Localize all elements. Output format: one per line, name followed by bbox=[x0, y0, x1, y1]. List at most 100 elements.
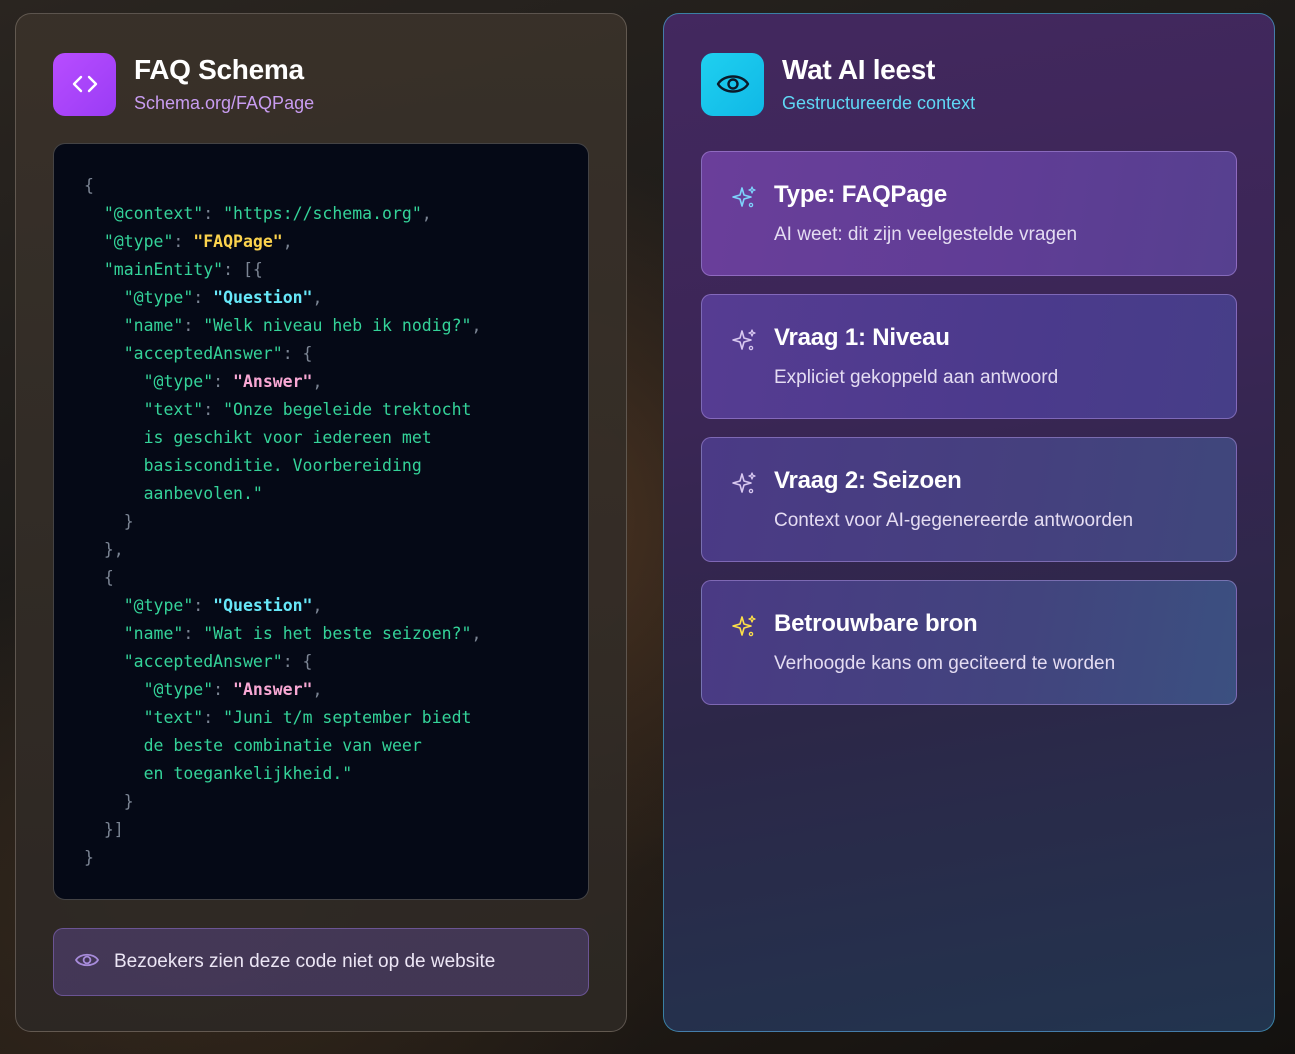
code-token: } bbox=[84, 512, 134, 531]
code-token: "Question" bbox=[213, 288, 313, 307]
code-line: }, bbox=[84, 536, 588, 564]
code-token: : bbox=[193, 596, 214, 615]
code-line: "@type": "Question", bbox=[84, 592, 588, 620]
code-token: "Juni t/m september biedt bbox=[223, 708, 472, 727]
code-token: } bbox=[84, 792, 134, 811]
code-token: : bbox=[183, 624, 204, 643]
visibility-notice-text: Bezoekers zien deze code niet op de webs… bbox=[114, 951, 496, 972]
faq-schema-subtitle: Schema.org/FAQPage bbox=[134, 93, 315, 113]
sparkle-icon bbox=[730, 184, 758, 212]
code-line: is geschikt voor iedereen met bbox=[84, 424, 588, 452]
code-token: "https://schema.org" bbox=[223, 204, 422, 223]
code-line: { bbox=[84, 172, 588, 200]
json-ld-code-block: { "@context": "https://schema.org", "@ty… bbox=[53, 143, 589, 900]
visibility-notice: Bezoekers zien deze code niet op de webs… bbox=[53, 928, 589, 996]
card-description: Expliciet gekoppeld aan antwoord bbox=[774, 367, 1059, 388]
code-token: , bbox=[421, 204, 432, 223]
card-description: Context voor AI-gegenereerde antwoorden bbox=[774, 510, 1134, 531]
code-token: : bbox=[213, 372, 234, 391]
sparkle-icon bbox=[730, 327, 758, 355]
code-token: basisconditie. Voorbereiding bbox=[84, 456, 422, 475]
faq-schema-title: FAQ Schema bbox=[134, 54, 304, 85]
code-line: } bbox=[84, 788, 588, 816]
card-trusted-source: Betrouwbare bron Verhoogde kans om gecit… bbox=[701, 580, 1237, 705]
code-token: , bbox=[312, 680, 323, 699]
code-token: : { bbox=[282, 652, 313, 671]
code-token: , bbox=[312, 288, 323, 307]
code-token: "@type" bbox=[84, 680, 214, 699]
card-question-2: Vraag 2: Seizoen Context voor AI-gegener… bbox=[701, 437, 1237, 562]
code-line: "name": "Welk niveau heb ik nodig?", bbox=[84, 312, 588, 340]
code-token: : bbox=[203, 400, 224, 419]
code-token: , bbox=[471, 316, 482, 335]
code-token: is geschikt voor iedereen met bbox=[84, 428, 432, 447]
card-type-faqpage: Type: FAQPage AI weet: dit zijn veelgest… bbox=[701, 151, 1237, 276]
code-token: }] bbox=[84, 820, 124, 839]
sparkle-icon bbox=[730, 613, 758, 641]
code-token: , bbox=[312, 596, 323, 615]
code-token: "text" bbox=[84, 400, 204, 419]
ai-reads-subtitle: Gestructureerde context bbox=[782, 93, 976, 113]
code-line: de beste combinatie van weer bbox=[84, 732, 588, 760]
code-token: "name" bbox=[84, 624, 184, 643]
code-line: "@type": "Answer", bbox=[84, 368, 588, 396]
code-line: "name": "Wat is het beste seizoen?", bbox=[84, 620, 588, 648]
faq-schema-header: FAQ Schema Schema.org/FAQPage bbox=[53, 52, 314, 116]
code-token: } bbox=[84, 848, 94, 867]
card-question-1: Vraag 1: Niveau Expliciet gekoppeld aan … bbox=[701, 294, 1237, 419]
card-description: AI weet: dit zijn veelgestelde vragen bbox=[774, 224, 1078, 245]
ai-reads-panel: Wat AI leest Gestructureerde context Typ… bbox=[663, 13, 1275, 1032]
code-line: }] bbox=[84, 816, 588, 844]
code-token: , bbox=[282, 232, 293, 251]
code-token: "FAQPage" bbox=[193, 232, 283, 251]
code-token: "Onze begeleide trektocht bbox=[223, 400, 472, 419]
code-line: "acceptedAnswer": { bbox=[84, 648, 588, 676]
code-token: : bbox=[213, 680, 234, 699]
ai-reads-header: Wat AI leest Gestructureerde context bbox=[701, 52, 975, 116]
code-token: "@type" bbox=[84, 232, 174, 251]
code-token: "Question" bbox=[213, 596, 313, 615]
card-description: Verhoogde kans om geciteerd te worden bbox=[774, 653, 1116, 674]
card-title: Betrouwbare bron bbox=[774, 610, 978, 637]
code-line: "text": "Juni t/m september biedt bbox=[84, 704, 588, 732]
code-token: : { bbox=[282, 344, 313, 363]
code-line: "acceptedAnswer": { bbox=[84, 340, 588, 368]
code-token: : bbox=[193, 288, 214, 307]
code-token: "mainEntity" bbox=[84, 260, 224, 279]
ai-reads-title: Wat AI leest bbox=[782, 54, 936, 85]
code-token: "Welk niveau heb ik nodig?" bbox=[203, 316, 472, 335]
code-token: { bbox=[84, 176, 94, 195]
code-token: : bbox=[173, 232, 194, 251]
eye-icon bbox=[701, 52, 764, 116]
code-line: "@type": "FAQPage", bbox=[84, 228, 588, 256]
sparkle-icon bbox=[730, 470, 758, 498]
code-line: basisconditie. Voorbereiding bbox=[84, 452, 588, 480]
code-line: aanbevolen." bbox=[84, 480, 588, 508]
code-line: en toegankelijkheid." bbox=[84, 760, 588, 788]
code-token: aanbevolen." bbox=[84, 484, 263, 503]
code-token: "acceptedAnswer" bbox=[84, 652, 283, 671]
code-token: : bbox=[203, 708, 224, 727]
code-token: "@context" bbox=[84, 204, 204, 223]
faq-schema-panel: FAQ Schema Schema.org/FAQPage { "@contex… bbox=[15, 13, 627, 1032]
code-token: : bbox=[203, 204, 224, 223]
code-token: de beste combinatie van weer bbox=[84, 736, 422, 755]
code-brackets-icon bbox=[53, 52, 116, 116]
card-title: Vraag 2: Seizoen bbox=[774, 467, 962, 494]
code-token: { bbox=[84, 568, 114, 587]
code-token: "Wat is het beste seizoen?" bbox=[203, 624, 472, 643]
code-line: "text": "Onze begeleide trektocht bbox=[84, 396, 588, 424]
code-token: "Answer" bbox=[233, 372, 313, 391]
card-title: Type: FAQPage bbox=[774, 181, 947, 208]
code-token: en toegankelijkheid." bbox=[84, 764, 353, 783]
eye-icon bbox=[74, 950, 100, 975]
code-token: "acceptedAnswer" bbox=[84, 344, 283, 363]
code-line: "@type": "Answer", bbox=[84, 676, 588, 704]
code-token: "Answer" bbox=[233, 680, 313, 699]
code-line: } bbox=[84, 844, 588, 872]
code-token: "@type" bbox=[84, 372, 214, 391]
code-token: : [{ bbox=[223, 260, 263, 279]
code-line: } bbox=[84, 508, 588, 536]
code-line: "mainEntity": [{ bbox=[84, 256, 588, 284]
card-title: Vraag 1: Niveau bbox=[774, 324, 950, 351]
